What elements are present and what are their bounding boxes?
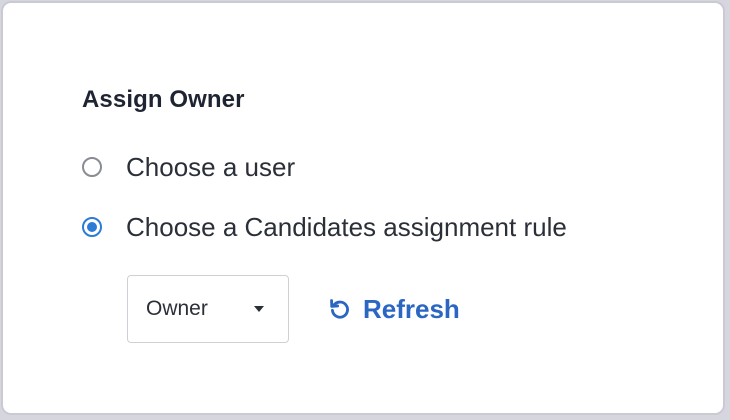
refresh-label: Refresh: [363, 294, 460, 324]
radio-option-assignment-rule[interactable]: Choose a Candidates assignment rule: [82, 210, 567, 244]
select-value: Owner: [146, 297, 208, 320]
section-title: Assign Owner: [82, 86, 245, 113]
refresh-button[interactable]: Refresh: [327, 292, 460, 326]
radio-option-choose-user[interactable]: Choose a user: [82, 150, 295, 184]
radio-button-unchecked[interactable]: [82, 157, 102, 177]
assign-owner-card: Assign Owner Choose a user Choose a Cand…: [1, 1, 725, 415]
refresh-icon: [330, 299, 349, 319]
chevron-down-icon: [254, 306, 264, 312]
radio-option-label: Choose a user: [126, 152, 296, 182]
radio-button-checked[interactable]: [82, 217, 102, 237]
assignment-rule-select[interactable]: Owner: [127, 275, 289, 343]
radio-option-label: Choose a Candidates assignment rule: [126, 212, 567, 242]
